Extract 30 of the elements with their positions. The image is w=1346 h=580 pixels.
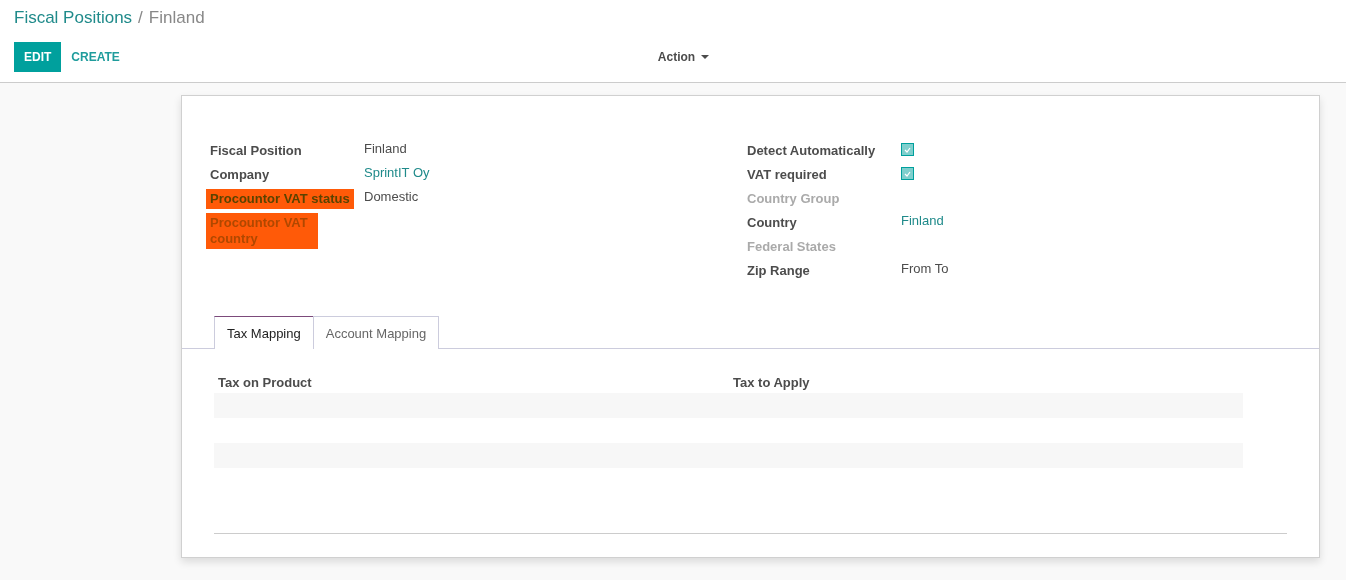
- edit-button[interactable]: EDIT: [14, 42, 62, 72]
- field-value: Domestic: [364, 189, 419, 205]
- check-icon: [904, 170, 911, 177]
- field-link[interactable]: Finland: [901, 213, 944, 229]
- tab[interactable]: Tax Mapping: [214, 316, 314, 349]
- breadcrumb-current: Finland: [148, 8, 205, 28]
- breadcrumb-link[interactable]: Fiscal Positions: [14, 8, 133, 28]
- field-label: Country: [746, 214, 798, 232]
- tab[interactable]: Account Mapping: [312, 316, 440, 349]
- field-label: Federal States: [746, 238, 837, 256]
- field-label: Fiscal Position: [209, 142, 303, 160]
- checkbox[interactable]: [901, 143, 914, 156]
- field-label: Detect Automatically: [746, 142, 877, 160]
- field-label: Zip Range: [746, 262, 811, 280]
- column-header[interactable]: Tax on Product: [218, 374, 733, 390]
- highlighted-field-label: Procountor VAT country: [206, 213, 318, 249]
- field-label: VAT required: [746, 166, 828, 184]
- field-label: Company: [209, 166, 271, 184]
- highlighted-field-label: Procountor VAT status: [206, 189, 354, 209]
- field-value: Finland: [364, 141, 407, 157]
- caret-icon: [701, 55, 710, 59]
- action-menu[interactable]: Action: [657, 50, 696, 64]
- checkbox[interactable]: [901, 167, 914, 180]
- column-header[interactable]: Tax to Apply: [733, 374, 810, 390]
- field-label: Country Group: [746, 190, 841, 208]
- field-link[interactable]: SprintIT Oy: [364, 165, 430, 181]
- check-icon: [904, 146, 911, 153]
- create-button[interactable]: CREATE: [61, 42, 130, 72]
- breadcrumb-separator: /: [138, 8, 143, 28]
- field-value: From To: [901, 261, 949, 277]
